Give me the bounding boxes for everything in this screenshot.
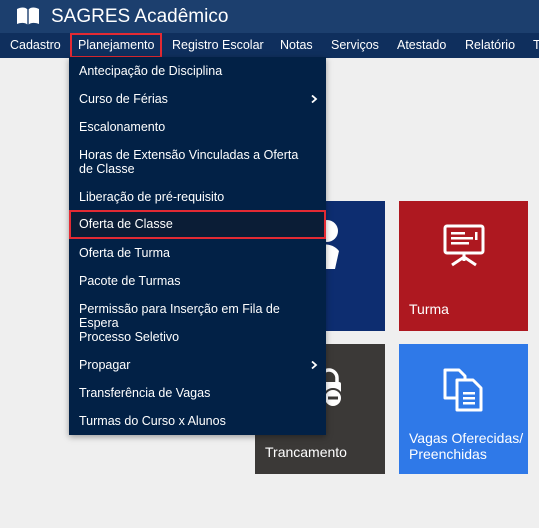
chevron-right-icon <box>311 95 318 103</box>
menu-item-transferencia-de-vagas[interactable]: Transferência de Vagas <box>69 386 326 400</box>
tile-turma[interactable]: Turma <box>399 201 528 331</box>
nav-item-registro-escolar[interactable]: Registro Escolar <box>172 33 264 58</box>
tile-vagas[interactable]: Vagas Oferecidas/ Preenchidas <box>399 344 528 474</box>
tile-turma-label: Turma <box>409 301 449 317</box>
nav-item-servicos[interactable]: Serviços <box>331 33 379 58</box>
menu-item-processo-seletivo[interactable]: Processo Seletivo <box>69 330 326 344</box>
menu-item-curso-de-ferias-label: Curso de Férias <box>79 92 168 106</box>
nav-item-relatorio[interactable]: Relatório <box>465 33 515 58</box>
app-title: SAGRES Acadêmico <box>51 6 229 27</box>
menu-item-horas-de-extensao[interactable]: Horas de Extensão Vinculadas a Oferta de… <box>69 148 326 176</box>
chevron-right-icon <box>311 361 318 369</box>
menu-item-pacote-de-turmas[interactable]: Pacote de Turmas <box>69 274 326 288</box>
menu-item-turmas-do-curso-x-alunos[interactable]: Turmas do Curso x Alunos <box>69 414 326 428</box>
main-nav: Cadastro Planejamento Registro Escolar N… <box>0 33 539 58</box>
nav-item-cadastro[interactable]: Cadastro <box>10 33 61 58</box>
menu-item-escalonamento[interactable]: Escalonamento <box>69 120 326 134</box>
menu-item-liberacao-de-pre-requisito[interactable]: Liberação de pré-requisito <box>69 190 326 204</box>
menu-item-antecipacao-de-disciplina[interactable]: Antecipação de Disciplina <box>69 64 326 78</box>
menu-item-propagar-label: Propagar <box>79 358 131 372</box>
nav-item-atestado[interactable]: Atestado <box>397 33 446 58</box>
nav-item-planejamento[interactable]: Planejamento <box>70 33 163 58</box>
nav-item-overflow[interactable]: T <box>533 33 539 58</box>
planejamento-dropdown: Antecipação de Disciplina Curso de Féria… <box>69 57 326 435</box>
presentation-board-icon <box>443 224 485 267</box>
nav-item-notas[interactable]: Notas <box>280 33 313 58</box>
menu-item-permissao-fila-de-espera[interactable]: Permissão para Inserção em Fila de Esper… <box>69 302 326 330</box>
tile-trancamento-label: Trancamento <box>265 444 347 460</box>
app-header: SAGRES Acadêmico <box>0 0 539 33</box>
menu-item-curso-de-ferias[interactable]: Curso de Férias <box>69 92 326 106</box>
menu-item-oferta-de-turma[interactable]: Oferta de Turma <box>69 246 326 260</box>
book-logo-icon <box>17 7 39 25</box>
documents-icon <box>443 368 483 412</box>
menu-item-oferta-de-classe[interactable]: Oferta de Classe <box>69 210 326 239</box>
tile-vagas-label: Vagas Oferecidas/ Preenchidas <box>409 430 524 462</box>
menu-item-propagar[interactable]: Propagar <box>69 358 326 372</box>
